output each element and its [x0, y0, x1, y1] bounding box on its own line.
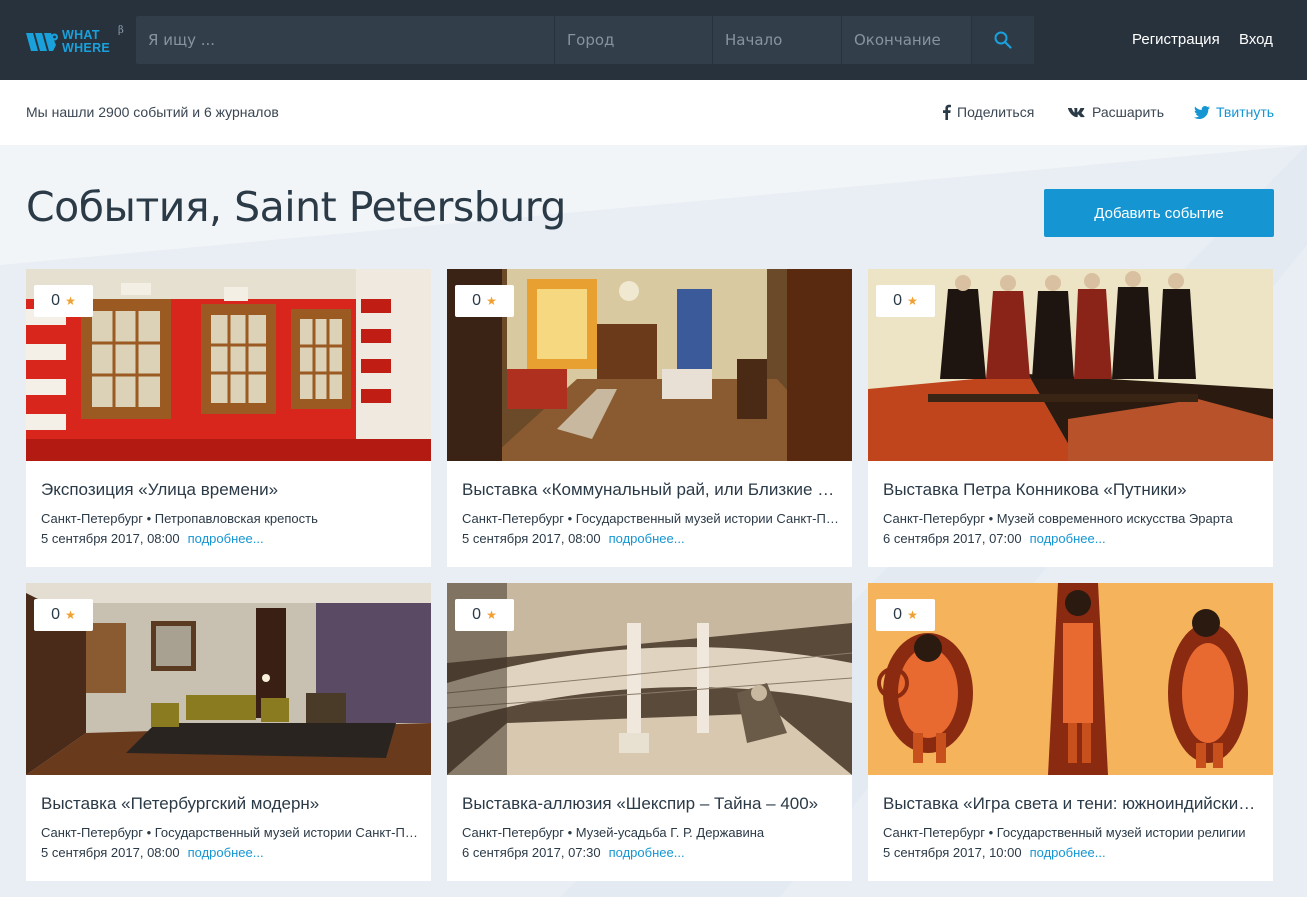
event-title[interactable]: Выставка «Игра света и тени: южноиндийск… [883, 794, 1263, 814]
more-link[interactable]: подробнее... [188, 531, 264, 546]
event-date: 6 сентября 2017, 07:00 [883, 531, 1022, 546]
share-facebook-label: Поделиться [957, 104, 1035, 120]
event-card[interactable]: 0 ★ Выставка «Игра света и тени: южноинди… [868, 583, 1273, 881]
add-event-button[interactable]: Добавить событие [1044, 189, 1274, 237]
event-title[interactable]: Выставка-аллюзия «Шекспир – Тайна – 400» [462, 794, 842, 814]
event-place: Санкт-Петербург • Государственный музей … [41, 825, 421, 840]
rating-badge[interactable]: 0 ★ [876, 285, 935, 317]
star-icon: ★ [486, 608, 497, 622]
more-link[interactable]: подробнее... [1030, 845, 1106, 860]
share-twitter-label: Твитнуть [1216, 104, 1275, 120]
event-date-line: 5 сентября 2017, 08:00 подробнее... [462, 531, 685, 546]
start-date-input[interactable]: Начало [713, 16, 842, 64]
rating-badge[interactable]: 0 ★ [455, 599, 514, 631]
more-link[interactable]: подробнее... [188, 845, 264, 860]
top-navigation-bar: WHAT WHERE β Я ищу ... Город Начало Окон… [0, 0, 1307, 80]
rating-badge[interactable]: 0 ★ [876, 599, 935, 631]
share-vk-button[interactable]: Расшарить [1068, 104, 1164, 120]
rating-value: 0 [472, 292, 482, 309]
event-place: Санкт-Петербург • Музей современного иск… [883, 511, 1233, 526]
event-image[interactable]: 0 ★ [447, 269, 852, 461]
login-link[interactable]: Вход [1239, 31, 1273, 48]
event-date-line: 5 сентября 2017, 08:00 подробнее... [41, 845, 264, 860]
star-icon: ★ [907, 294, 918, 308]
star-icon: ★ [65, 294, 76, 308]
event-date-line: 5 сентября 2017, 10:00 подробнее... [883, 845, 1106, 860]
logo-mark-icon [26, 33, 58, 51]
event-title[interactable]: Выставка «Петербургский модерн» [41, 794, 421, 814]
event-date-line: 5 сентября 2017, 08:00 подробнее... [41, 531, 264, 546]
rating-badge[interactable]: 0 ★ [455, 285, 514, 317]
rating-value: 0 [51, 606, 61, 623]
event-card[interactable]: 0 ★ Выставка «Петербургский модерн» Санкт… [26, 583, 431, 881]
more-link[interactable]: подробнее... [609, 845, 685, 860]
more-link[interactable]: подробнее... [1030, 531, 1106, 546]
event-title[interactable]: Выставка Петра Конникова «Путники» [883, 480, 1263, 500]
site-logo[interactable]: WHAT WHERE β [26, 25, 124, 57]
event-place: Санкт-Петербург • Государственный музей … [883, 825, 1246, 840]
rating-badge[interactable]: 0 ★ [34, 599, 93, 631]
event-image[interactable]: 0 ★ [447, 583, 852, 775]
logo-text: WHAT WHERE [62, 29, 110, 55]
event-title[interactable]: Экспозиция «Улица времени» [41, 480, 421, 500]
search-button[interactable] [972, 16, 1034, 64]
event-date: 5 сентября 2017, 08:00 [41, 845, 180, 860]
logo-beta-mark: β [118, 25, 124, 36]
search-icon [994, 31, 1012, 49]
rating-value: 0 [51, 292, 61, 309]
star-icon: ★ [486, 294, 497, 308]
event-date-line: 6 сентября 2017, 07:30 подробнее... [462, 845, 685, 860]
event-image[interactable]: 0 ★ [26, 583, 431, 775]
event-date: 5 сентября 2017, 10:00 [883, 845, 1022, 860]
rating-value: 0 [893, 606, 903, 623]
results-summary: Мы нашли 2900 событий и 6 журналов [26, 104, 279, 120]
event-place: Санкт-Петербург • Государственный музей … [462, 511, 842, 526]
rating-value: 0 [472, 606, 482, 623]
event-card[interactable]: 0 ★ Выставка Петра Конникова «Путники» Са… [868, 269, 1273, 567]
vk-icon [1068, 107, 1086, 118]
end-date-input[interactable]: Окончание [842, 16, 972, 64]
city-input[interactable]: Город [555, 16, 713, 64]
search-input[interactable]: Я ищу ... [136, 16, 555, 64]
register-link[interactable]: Регистрация [1132, 31, 1220, 48]
event-image[interactable]: 0 ★ [26, 269, 431, 461]
logo-line-where: WHERE [62, 41, 111, 55]
results-bar: Мы нашли 2900 событий и 6 журналов Подел… [0, 80, 1307, 145]
twitter-icon [1194, 105, 1210, 119]
event-card[interactable]: 0 ★ Экспозиция «Улица времени» Санкт-Пете… [26, 269, 431, 567]
event-image[interactable]: 0 ★ [868, 269, 1273, 461]
event-image[interactable]: 0 ★ [868, 583, 1273, 775]
event-date-line: 6 сентября 2017, 07:00 подробнее... [883, 531, 1106, 546]
share-twitter-button[interactable]: Твитнуть [1194, 104, 1274, 120]
page-title: События, Saint Petersburg [26, 183, 566, 231]
event-title[interactable]: Выставка «Коммунальный рай, или Близкие … [462, 480, 842, 500]
rating-value: 0 [893, 292, 903, 309]
star-icon: ★ [65, 608, 76, 622]
share-facebook-button[interactable]: Поделиться [942, 104, 1034, 120]
event-place: Санкт-Петербург • Музей-усадьба Г. Р. Де… [462, 825, 765, 840]
event-date: 5 сентября 2017, 08:00 [41, 531, 180, 546]
search-bar: Я ищу ... Город Начало Окончание [136, 16, 1034, 64]
share-vk-label: Расшарить [1092, 104, 1164, 120]
rating-badge[interactable]: 0 ★ [34, 285, 93, 317]
event-card[interactable]: 0 ★ Выставка-аллюзия «Шекспир – Тайна – 4… [447, 583, 852, 881]
event-place: Санкт-Петербург • Петропавловская крепос… [41, 511, 318, 526]
event-date: 5 сентября 2017, 08:00 [462, 531, 601, 546]
event-card[interactable]: 0 ★ Выставка «Коммунальный рай, или Близк… [447, 269, 852, 567]
event-date: 6 сентября 2017, 07:30 [462, 845, 601, 860]
star-icon: ★ [907, 608, 918, 622]
more-link[interactable]: подробнее... [609, 531, 685, 546]
facebook-icon [942, 104, 951, 120]
